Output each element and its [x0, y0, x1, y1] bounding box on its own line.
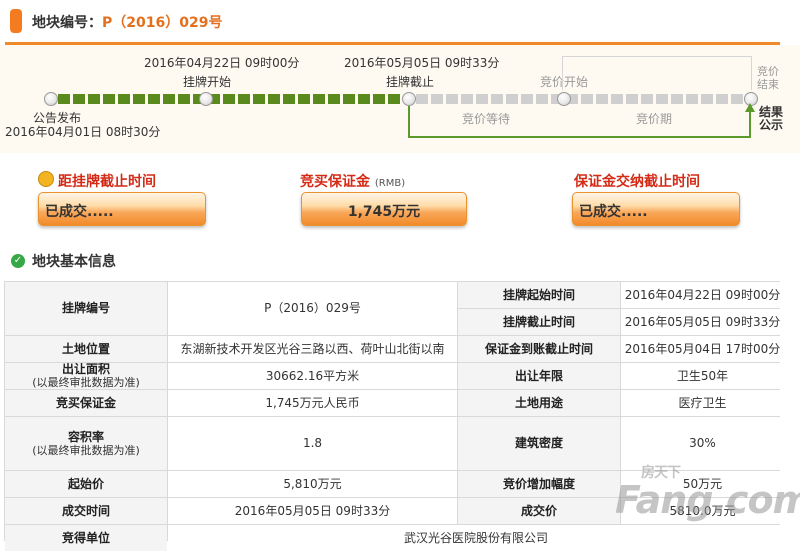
listing-start-date: 2016年04月22日 09时00分: [144, 56, 300, 70]
increment-label: 竞价增加幅度: [458, 471, 620, 497]
card-deposit-unit: (RMB): [374, 178, 406, 189]
path-bottom-line: [408, 136, 751, 138]
far-label-text: 容积率: [67, 429, 104, 444]
deposit-deadline-status: 已成交.....: [572, 192, 740, 226]
location-label: 土地位置: [5, 336, 167, 362]
arrow-up-icon: [745, 103, 755, 112]
far-label: 容积率 (以最终审批数据为准): [5, 417, 167, 470]
listing-end-label: 挂牌截止: [386, 75, 435, 89]
term-value: 卫生50年: [621, 363, 784, 389]
alarm-clock-icon: [38, 171, 54, 187]
list-start-label: 挂牌起始时间: [458, 282, 620, 308]
announce-date: 2016年04月01日 08时30分: [5, 125, 161, 139]
card-deposit-title-text: 竞买保证金: [300, 174, 370, 190]
use-label: 土地用途: [458, 390, 620, 416]
deal-time-value: 2016年05月05日 09时33分: [168, 498, 457, 524]
progress-done-bar: [58, 94, 402, 104]
area-label: 出让面积 (以最终审批数据为准): [5, 363, 167, 389]
node-announce: [44, 92, 58, 106]
title-label: 地块编号：: [32, 15, 102, 31]
bidding-bracket-bottom: [410, 99, 750, 137]
list-end-label: 挂牌截止时间: [458, 309, 620, 335]
path-down-line: [408, 106, 410, 137]
deal-price-label: 成交价: [458, 498, 620, 524]
page-header: 地块编号：P（2016）029号: [0, 0, 800, 45]
watermark-text: Fang.com: [615, 478, 800, 522]
page-title: 地块编号：P（2016）029号: [32, 12, 222, 32]
card-listing-deadline-title: 距挂牌截止时间: [58, 174, 156, 190]
code-label: 挂牌编号: [5, 282, 167, 335]
area-note: (以最终审批数据为准): [32, 376, 140, 389]
listing-end-date: 2016年05月05日 09时33分: [344, 56, 500, 70]
winner-label: 竞得单位: [5, 525, 167, 551]
start-price-label: 起始价: [5, 471, 167, 497]
winner-value: 武汉光谷医院股份有限公司: [168, 525, 784, 551]
far-note: (以最终审批数据为准): [32, 443, 140, 457]
result-label: 结果公示: [759, 105, 784, 132]
section-title: 地块基本信息: [32, 254, 116, 270]
area-value: 30662.16平方米: [168, 363, 457, 389]
node-listing-end: [402, 92, 416, 106]
progress-timeline: 2016年04月22日 09时00分 2016年05月05日 09时33分 挂牌…: [0, 45, 800, 153]
watermark-brand: 房天下: [641, 465, 681, 481]
list-end-value: 2016年05月05日 09时33分: [621, 309, 784, 335]
area-label-text: 出让面积: [61, 363, 110, 376]
deposit-label: 竞买保证金: [5, 390, 167, 416]
listing-start-label: 挂牌开始: [183, 75, 232, 89]
deposit-deadline-value: 2016年05月04日 17时00分: [621, 336, 784, 362]
term-label: 出让年限: [458, 363, 620, 389]
card-deposit-deadline-title: 保证金交纳截止时间: [574, 174, 700, 190]
deal-time-label: 成交时间: [5, 498, 167, 524]
list-start-value: 2016年04月22日 09时00分: [621, 282, 784, 308]
fang-watermark: 房天下 Fang.com: [615, 465, 800, 522]
far-value: 1.8: [168, 417, 457, 470]
listing-deadline-status: 已成交.....: [38, 192, 206, 226]
use-value: 医疗卫生: [621, 390, 784, 416]
check-circle-icon: ✓: [11, 254, 25, 268]
path-up-line: [749, 111, 751, 137]
code-value: P（2016）029号: [168, 282, 457, 335]
node-bidding-start: [557, 92, 571, 106]
deposit-amount-display: 1,745万元: [301, 192, 467, 226]
density-label: 建筑密度: [458, 417, 620, 470]
plot-code: P（2016）029号: [102, 15, 223, 31]
header-accent-bar: [10, 9, 22, 33]
start-price-value: 5,810万元: [168, 471, 457, 497]
deposit-deadline-label: 保证金到账截止时间: [458, 336, 620, 362]
deposit-value: 1,745万元人民币: [168, 390, 457, 416]
bidding-bracket-top: [562, 56, 752, 90]
location-value: 东湖新技术开发区光谷三路以西、荷叶山北街以南: [168, 336, 457, 362]
waiting-label: 竞价等待: [462, 112, 511, 126]
node-listing-start: [199, 92, 213, 106]
bidding-period-label: 竞价期: [636, 112, 673, 126]
progress-remaining-bar: [416, 94, 746, 104]
card-deposit-title: 竞买保证金 (RMB): [300, 171, 405, 191]
bidding-end-label: 竞价结束: [757, 65, 779, 91]
